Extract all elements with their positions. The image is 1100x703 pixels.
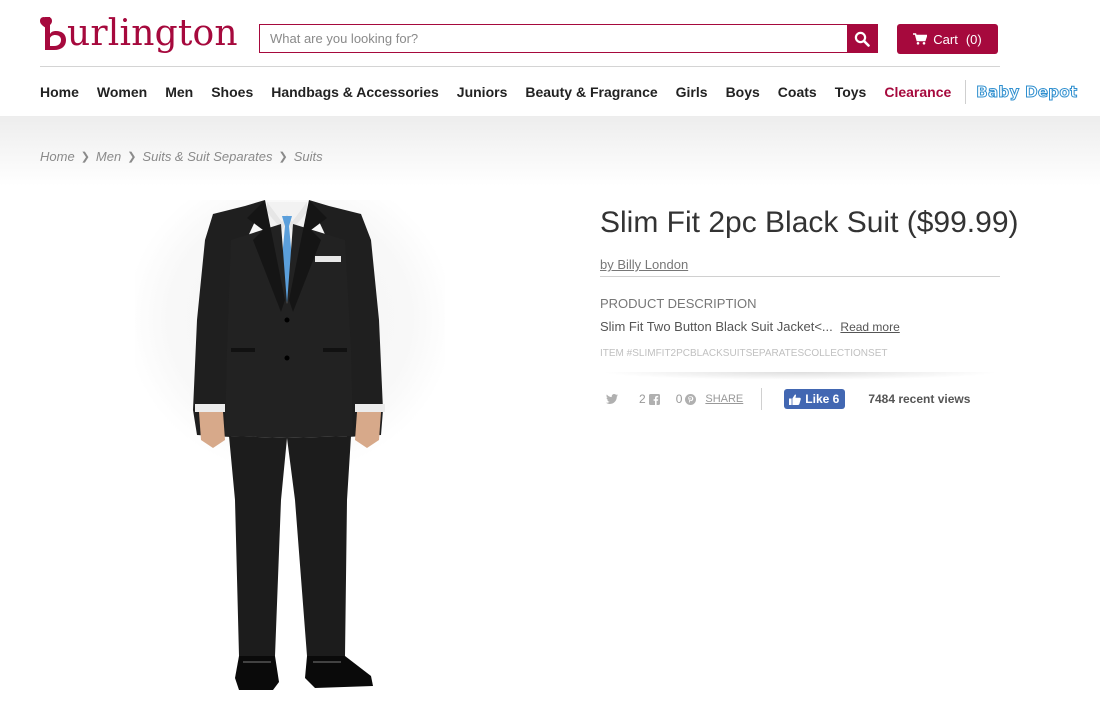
like-label: Like 6 (805, 392, 840, 406)
cart-icon (913, 33, 928, 45)
cart-label: Cart (933, 31, 958, 47)
breadcrumb: Home ❯ Men ❯ Suits & Suit Separates ❯ Su… (40, 149, 323, 164)
main-navigation: Home Women Men Shoes Handbags & Accessor… (40, 80, 1078, 104)
nav-item-clearance[interactable]: Clearance (884, 84, 951, 100)
chevron-right-icon: ❯ (80, 151, 90, 163)
thumbs-up-icon (789, 394, 802, 405)
nav-item-toys[interactable]: Toys (835, 84, 867, 100)
nav-item-home[interactable]: Home (40, 84, 79, 100)
search-bar (259, 24, 878, 53)
nav-item-men[interactable]: Men (165, 84, 193, 100)
share-bar-shadow (600, 372, 1000, 380)
burlington-logo[interactable]: urlington (40, 10, 238, 56)
item-number: ITEM #SLIMFIT2PCBLACKSUITSEPARATESCOLLEC… (600, 348, 888, 359)
pinterest-share-button[interactable] (685, 393, 697, 405)
product-brand-link[interactable]: by Billy London (600, 257, 688, 272)
nav-item-beauty-fragrance[interactable]: Beauty & Fragrance (525, 84, 657, 100)
nav-item-girls[interactable]: Girls (676, 84, 708, 100)
twitter-icon (606, 394, 618, 404)
social-separator (761, 388, 763, 410)
nav-item-coats[interactable]: Coats (778, 84, 817, 100)
baby-depot-link[interactable]: Baby Depot (976, 83, 1078, 102)
share-link[interactable]: SHARE (705, 393, 743, 405)
facebook-share-button[interactable] (648, 393, 660, 405)
facebook-like-button[interactable]: Like 6 (784, 389, 846, 409)
product-title: Slim Fit 2pc Black Suit ($99.99) (600, 206, 1019, 239)
twitter-share-button[interactable] (606, 394, 618, 404)
search-icon (854, 31, 870, 47)
heart-b-logo-icon (40, 17, 66, 50)
breadcrumb-suits[interactable]: Suits (294, 149, 323, 164)
header-divider (40, 66, 1000, 67)
product-description: Slim Fit Two Button Black Suit Jacket<..… (600, 319, 900, 334)
cart-button[interactable]: Cart (0) (897, 24, 998, 54)
cart-count: (0) (965, 31, 982, 47)
facebook-share-count: 2 (639, 392, 646, 406)
description-text: Slim Fit Two Button Black Suit Jacket<..… (600, 319, 833, 334)
logo-text: urlington (67, 12, 238, 54)
search-button[interactable] (847, 25, 877, 52)
pinterest-icon (685, 393, 697, 405)
description-heading: PRODUCT DESCRIPTION (600, 296, 757, 311)
nav-item-shoes[interactable]: Shoes (211, 84, 253, 100)
breadcrumb-men[interactable]: Men (96, 149, 121, 164)
nav-item-handbags-accessories[interactable]: Handbags & Accessories (271, 84, 439, 100)
pinterest-share-count: 0 (675, 392, 683, 406)
facebook-icon (648, 393, 660, 405)
brand-divider (600, 276, 1000, 277)
nav-item-boys[interactable]: Boys (726, 84, 760, 100)
read-more-link[interactable]: Read more (840, 320, 899, 334)
nav-item-juniors[interactable]: Juniors (457, 84, 508, 100)
social-share-bar: 2 0 SHARE Like 6 7484 recent views (600, 388, 970, 410)
black-suit-photo (193, 200, 385, 690)
recent-views: 7484 recent views (868, 392, 971, 406)
breadcrumb-suits-separates[interactable]: Suits & Suit Separates (142, 149, 272, 164)
chevron-right-icon: ❯ (278, 151, 288, 163)
nav-item-women[interactable]: Women (97, 84, 147, 100)
nav-separator (965, 80, 967, 104)
chevron-right-icon: ❯ (127, 151, 137, 163)
search-input[interactable] (260, 25, 847, 52)
breadcrumb-home[interactable]: Home (40, 149, 75, 164)
product-image[interactable] (135, 200, 445, 703)
